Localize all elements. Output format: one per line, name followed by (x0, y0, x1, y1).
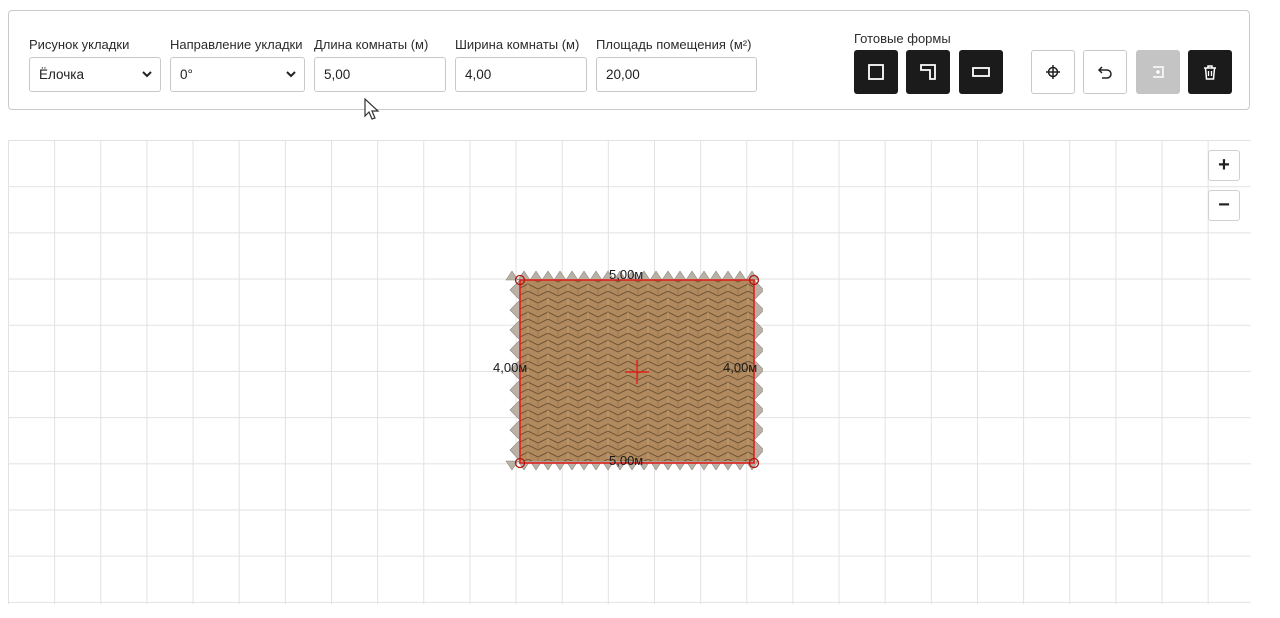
mouse-pointer-icon (364, 98, 380, 120)
area-value: 20,00 (606, 67, 640, 82)
zoom-out-button[interactable]: − (1208, 190, 1240, 221)
floor-plan-canvas[interactable]: + − 5,00м 5,00м 4,00м 4,00м (8, 140, 1251, 604)
area-input[interactable]: 20,00 (596, 57, 757, 92)
center-crosshair-icon (1046, 65, 1060, 79)
width-label: Ширина комнаты (м) (455, 37, 580, 52)
rectangle-shape-button[interactable] (959, 50, 1003, 94)
left-dimension-label: 4,00м (493, 360, 528, 375)
undo-icon (1097, 66, 1112, 79)
toolbar: Рисунок укладки Ёлочка Направление уклад… (8, 10, 1250, 110)
square-shape-button[interactable] (854, 50, 898, 94)
delete-button[interactable] (1188, 50, 1232, 94)
bottom-dimension-label: 5,00м (609, 453, 644, 468)
add-point-button[interactable] (1136, 50, 1180, 94)
trash-icon (1204, 65, 1216, 80)
direction-label: Направление укладки (170, 37, 303, 52)
right-dimension-label: 4,00м (723, 360, 758, 375)
direction-select[interactable]: 0° (170, 57, 305, 92)
chevron-down-icon (286, 71, 296, 78)
pattern-select[interactable]: Ёлочка (29, 57, 161, 92)
l-shape-button[interactable] (906, 50, 950, 94)
width-input[interactable]: 4,00 (455, 57, 587, 92)
length-value: 5,00 (324, 67, 351, 82)
square-shape-icon (868, 64, 884, 80)
length-label: Длина комнаты (м) (314, 37, 429, 52)
l-shape-icon (920, 64, 936, 80)
direction-value: 0° (180, 67, 193, 82)
undo-button[interactable] (1083, 50, 1127, 94)
add-point-icon (1153, 66, 1164, 78)
area-label: Площадь помещения (м²) (596, 37, 752, 52)
rectangle-shape-icon (972, 67, 990, 77)
pattern-value: Ёлочка (39, 67, 84, 82)
length-input[interactable]: 5,00 (314, 57, 446, 92)
chevron-down-icon (142, 71, 152, 78)
width-value: 4,00 (465, 67, 492, 82)
center-view-button[interactable] (1031, 50, 1075, 94)
pattern-label: Рисунок укладки (29, 37, 130, 52)
zoom-in-button[interactable]: + (1208, 150, 1240, 181)
top-dimension-label: 5,00м (609, 267, 644, 282)
presets-label: Готовые формы (854, 31, 951, 46)
